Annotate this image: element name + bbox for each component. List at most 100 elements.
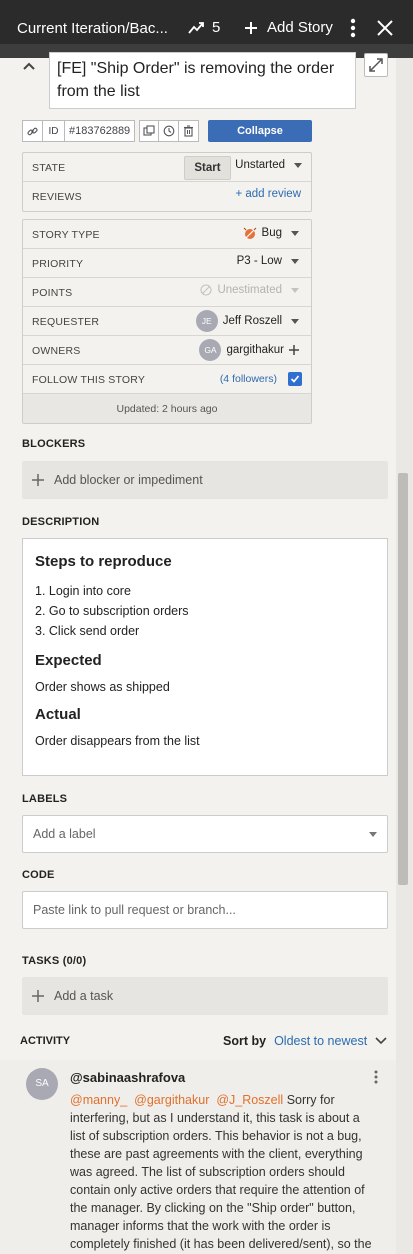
priority-label: PRIORITY	[32, 258, 84, 270]
avatar: GA	[199, 339, 222, 361]
plus-icon	[32, 990, 44, 1002]
mention-link[interactable]: @gargithakur	[134, 1093, 209, 1107]
owners-label: OWNERS	[32, 345, 81, 357]
unestimated-icon	[200, 284, 212, 296]
priority-row[interactable]: PRIORITY P3 - Low	[23, 249, 311, 278]
chevron-down-icon[interactable]	[375, 1037, 387, 1045]
chevron-down-icon	[291, 318, 299, 324]
avatar: JE	[195, 310, 218, 332]
points-dropdown[interactable]: Unestimated	[200, 284, 299, 296]
points-value: Unestimated	[217, 284, 282, 296]
top-bar: Current Iteration/Bac... 5 Add Story	[0, 0, 413, 58]
description-text: Order shows as shipped	[35, 680, 170, 694]
follow-control[interactable]: (4 followers)	[220, 372, 302, 386]
followers-link[interactable]: (4 followers)	[220, 373, 277, 385]
add-blocker-button[interactable]: Add blocker or impediment	[22, 461, 388, 499]
story-title-input[interactable]: [FE] "Ship Order" is removing the order …	[49, 52, 356, 109]
plus-icon	[245, 21, 257, 34]
mention-link[interactable]: @J_Roszell	[216, 1093, 283, 1107]
list-item: 1. Login into core	[35, 584, 131, 598]
trend-icon	[188, 21, 204, 34]
label-select[interactable]: Add a label	[22, 815, 388, 853]
velocity-value: 5	[212, 19, 221, 36]
scrollbar[interactable]	[396, 58, 413, 1254]
avatar: SA	[26, 1068, 58, 1100]
requester-row[interactable]: REQUESTER JE Jeff Roszell	[23, 307, 311, 336]
comment-text: Sorry for interfering, but as I understa…	[70, 1093, 372, 1251]
activity-label: ACTIVITY	[20, 1035, 71, 1047]
description-text: Order disappears from the list	[35, 734, 200, 748]
priority-dropdown[interactable]: P3 - Low	[237, 255, 299, 267]
reviews-row: REVIEWS + add review	[23, 182, 311, 211]
story-type-value: Bug	[261, 227, 282, 239]
scrollbar-thumb[interactable]	[398, 473, 408, 885]
priority-value: P3 - Low	[236, 255, 282, 267]
updated-text: Updated: 2 hours ago	[116, 403, 218, 415]
comment-menu-icon[interactable]	[374, 1070, 378, 1087]
state-dropdown[interactable]: Unstarted	[235, 159, 302, 171]
comment-author[interactable]: @sabinaashrafova	[70, 1070, 185, 1085]
history-icon[interactable]	[159, 120, 179, 142]
follow-row[interactable]: FOLLOW THIS STORY (4 followers)	[23, 365, 311, 394]
list-item: 3. Click send order	[35, 624, 140, 638]
link-icon[interactable]	[22, 120, 43, 142]
owner-name: gargithakur	[226, 344, 284, 356]
chevron-down-icon	[369, 832, 377, 837]
label-placeholder: Add a label	[33, 827, 96, 841]
description-label: DESCRIPTION	[22, 516, 100, 528]
add-owner-icon[interactable]	[289, 345, 299, 355]
description-heading: Steps to reproduce	[35, 553, 172, 570]
tasks-label: TASKS (0/0)	[22, 955, 87, 967]
story-id-value[interactable]: #183762889	[65, 120, 135, 142]
follow-checkbox[interactable]	[288, 372, 302, 386]
mention-link[interactable]: @manny_	[70, 1093, 127, 1107]
more-menu-icon[interactable]	[350, 18, 356, 41]
follow-label: FOLLOW THIS STORY	[32, 374, 146, 386]
add-task-button[interactable]: Add a task	[22, 977, 388, 1015]
details-panel: STORY TYPE Bug PRIORITY P3 - Low POINTS …	[22, 219, 312, 424]
reviews-label: REVIEWS	[32, 191, 82, 203]
sort-by-label: Sort by	[223, 1034, 267, 1048]
labels-label: LABELS	[22, 793, 68, 805]
description-body[interactable]: Steps to reproduce 1. Login into core 2.…	[22, 538, 388, 776]
add-story-button[interactable]: Add Story	[244, 19, 333, 36]
state-panel: STATE Start Unstarted REVIEWS + add revi…	[22, 152, 312, 212]
trash-icon[interactable]	[179, 120, 199, 142]
add-review-link[interactable]: + add review	[235, 188, 301, 200]
add-story-label: Add Story	[267, 19, 333, 36]
story-type-row[interactable]: STORY TYPE Bug	[23, 220, 311, 249]
add-task-label: Add a task	[54, 989, 114, 1003]
owners-field[interactable]: GA gargithakur	[199, 339, 299, 361]
state-label: STATE	[32, 162, 66, 174]
description-heading: Actual	[35, 706, 81, 723]
velocity-indicator[interactable]: 5	[188, 19, 220, 36]
requester-name: Jeff Roszell	[222, 315, 282, 327]
state-row: STATE Start Unstarted	[23, 153, 311, 182]
requester-label: REQUESTER	[32, 316, 100, 328]
points-row[interactable]: POINTS Unestimated	[23, 278, 311, 307]
chevron-up-icon[interactable]	[20, 58, 38, 76]
updated-row: Updated: 2 hours ago	[23, 394, 311, 423]
blockers-label: BLOCKERS	[22, 438, 86, 450]
state-value: Unstarted	[235, 159, 285, 171]
panel-title[interactable]: Current Iteration/Bac...	[17, 20, 168, 37]
sort-control[interactable]: Sort by Oldest to newest	[223, 1034, 387, 1048]
steps-list: 1. Login into core 2. Go to subscription…	[35, 581, 375, 641]
copy-icon[interactable]	[139, 120, 159, 142]
description-heading: Expected	[35, 652, 102, 669]
owners-row[interactable]: OWNERS GA gargithakur	[23, 336, 311, 365]
collapse-button[interactable]: Collapse	[208, 120, 312, 142]
activity-comment: SA @sabinaashrafova @manny_ @gargithakur…	[0, 1060, 396, 1254]
code-link-input[interactable]: Paste link to pull request or branch...	[22, 891, 388, 929]
plus-icon	[32, 474, 44, 486]
chevron-down-icon	[291, 258, 299, 264]
story-type-label: STORY TYPE	[32, 229, 100, 241]
list-item: 2. Go to subscription orders	[35, 604, 189, 618]
sort-mode-value[interactable]: Oldest to newest	[274, 1034, 367, 1048]
requester-dropdown[interactable]: JE Jeff Roszell	[195, 310, 299, 332]
close-icon[interactable]	[377, 20, 393, 39]
story-type-dropdown[interactable]: Bug	[243, 226, 299, 240]
start-button[interactable]: Start	[184, 156, 231, 180]
expand-icon[interactable]	[364, 53, 388, 77]
chevron-down-icon	[291, 287, 299, 293]
